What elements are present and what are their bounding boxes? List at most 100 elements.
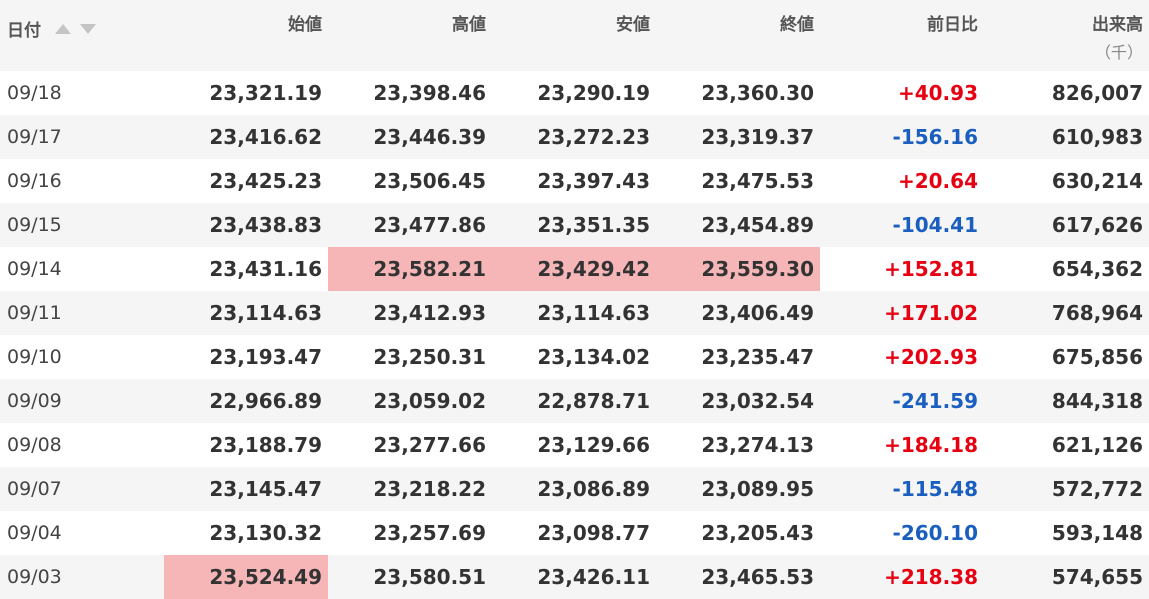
open-cell: 23,438.83: [209, 213, 322, 237]
low-column-header: 安値: [616, 15, 650, 35]
date-cell: 09/16: [7, 170, 62, 192]
change-cell: +171.02: [884, 301, 978, 325]
date-cell: 09/07: [7, 478, 62, 500]
high-cell: 23,250.31: [373, 345, 486, 369]
change-cell: +20.64: [897, 169, 978, 193]
high-cell: 23,398.46: [373, 81, 486, 105]
volume-cell: 617,626: [1051, 213, 1143, 237]
high-cell: 23,446.39: [373, 125, 486, 149]
low-cell: 23,086.89: [537, 477, 650, 501]
table-row: 09/09 22,966.89 23,059.02 22,878.71 23,0…: [0, 379, 1149, 423]
table-row: 09/03 23,524.49 23,580.51 23,426.11 23,4…: [0, 555, 1149, 599]
close-column-header: 終値: [780, 15, 814, 35]
table-row: 09/10 23,193.47 23,250.31 23,134.02 23,2…: [0, 335, 1149, 379]
date-cell: 09/04: [7, 522, 62, 544]
open-cell: 23,431.16: [209, 257, 322, 281]
table-row: 09/15 23,438.83 23,477.86 23,351.35 23,4…: [0, 203, 1149, 247]
change-cell: -104.41: [892, 213, 978, 237]
table-row: 09/07 23,145.47 23,218.22 23,086.89 23,0…: [0, 467, 1149, 511]
high-cell: 23,506.45: [373, 169, 486, 193]
close-cell: 23,274.13: [701, 433, 814, 457]
table-row: 09/16 23,425.23 23,506.45 23,397.43 23,4…: [0, 159, 1149, 203]
close-cell: 23,406.49: [701, 301, 814, 325]
volume-cell: 826,007: [1051, 81, 1143, 105]
open-cell: 23,130.32: [209, 521, 322, 545]
open-cell-highlighted: 23,524.49: [164, 555, 328, 599]
sort-controls: [54, 19, 99, 39]
close-cell: 23,319.37: [701, 125, 814, 149]
low-cell: 23,290.19: [537, 81, 650, 105]
volume-cell: 654,362: [1051, 257, 1143, 281]
table-header-row: 日付 始値 高値 安値 終値 前日比 出来高 （千）: [0, 0, 1149, 71]
change-cell: -156.16: [892, 125, 978, 149]
open-cell: 23,425.23: [209, 169, 322, 193]
volume-header-label: 出来高: [1092, 15, 1143, 35]
date-column-header[interactable]: 日付: [0, 0, 164, 71]
table-row: 09/14 23,431.16 23,582.21 23,429.42 23,5…: [0, 247, 1149, 291]
open-cell: 22,966.89: [209, 389, 322, 413]
date-cell: 09/10: [7, 346, 62, 368]
date-cell: 09/11: [7, 302, 62, 324]
date-cell: 09/08: [7, 434, 62, 456]
high-cell: 23,412.93: [373, 301, 486, 325]
change-cell: +202.93: [884, 345, 978, 369]
high-cell: 23,580.51: [373, 565, 486, 589]
volume-cell: 610,983: [1051, 125, 1143, 149]
low-cell: 23,426.11: [537, 565, 650, 589]
sort-ascending-icon[interactable]: [54, 24, 71, 34]
high-cell: 23,059.02: [373, 389, 486, 413]
close-cell-highlighted: 23,559.30: [656, 247, 820, 291]
date-cell: 09/17: [7, 126, 62, 148]
date-cell: 09/18: [7, 82, 62, 104]
date-cell: 09/09: [7, 390, 62, 412]
volume-cell: 675,856: [1051, 345, 1143, 369]
table-row: 09/18 23,321.19 23,398.46 23,290.19 23,3…: [0, 71, 1149, 115]
open-column-header: 始値: [288, 15, 322, 35]
high-cell: 23,477.86: [373, 213, 486, 237]
date-header-label: 日付: [7, 21, 41, 41]
close-cell: 23,360.30: [701, 81, 814, 105]
low-cell: 23,134.02: [537, 345, 650, 369]
high-cell: 23,218.22: [373, 477, 486, 501]
price-history-table: 日付 始値 高値 安値 終値 前日比 出来高 （千） 09/18 23,321.…: [0, 0, 1149, 599]
change-column-header: 前日比: [927, 15, 978, 35]
open-cell: 23,321.19: [209, 81, 322, 105]
close-cell: 23,465.53: [701, 565, 814, 589]
change-cell: -260.10: [892, 521, 978, 545]
open-cell: 23,114.63: [209, 301, 322, 325]
close-cell: 23,032.54: [701, 389, 814, 413]
volume-cell: 621,126: [1051, 433, 1143, 457]
volume-cell: 574,655: [1051, 565, 1143, 589]
table-row: 09/04 23,130.32 23,257.69 23,098.77 23,2…: [0, 511, 1149, 555]
high-column-header: 高値: [452, 15, 486, 35]
close-cell: 23,235.47: [701, 345, 814, 369]
open-cell: 23,416.62: [209, 125, 322, 149]
change-cell: -241.59: [892, 389, 978, 413]
close-cell: 23,089.95: [701, 477, 814, 501]
low-cell-highlighted: 23,429.42: [492, 247, 656, 291]
low-cell: 23,098.77: [537, 521, 650, 545]
low-cell: 23,114.63: [537, 301, 650, 325]
low-cell: 22,878.71: [537, 389, 650, 413]
close-cell: 23,475.53: [701, 169, 814, 193]
open-cell: 23,193.47: [209, 345, 322, 369]
volume-cell: 572,772: [1051, 477, 1143, 501]
open-cell: 23,145.47: [209, 477, 322, 501]
close-cell: 23,454.89: [701, 213, 814, 237]
close-cell: 23,205.43: [701, 521, 814, 545]
volume-unit-label: （千）: [1094, 43, 1143, 62]
sort-descending-icon[interactable]: [79, 24, 96, 34]
volume-cell: 593,148: [1051, 521, 1143, 545]
date-cell: 09/14: [7, 258, 62, 280]
change-cell: +218.38: [884, 565, 978, 589]
low-cell: 23,129.66: [537, 433, 650, 457]
change-cell: +184.18: [884, 433, 978, 457]
high-cell: 23,257.69: [373, 521, 486, 545]
table-row: 09/17 23,416.62 23,446.39 23,272.23 23,3…: [0, 115, 1149, 159]
table-row: 09/08 23,188.79 23,277.66 23,129.66 23,2…: [0, 423, 1149, 467]
low-cell: 23,351.35: [537, 213, 650, 237]
open-cell: 23,188.79: [209, 433, 322, 457]
volume-cell: 768,964: [1051, 301, 1143, 325]
high-cell-highlighted: 23,582.21: [328, 247, 492, 291]
volume-cell: 630,214: [1051, 169, 1143, 193]
